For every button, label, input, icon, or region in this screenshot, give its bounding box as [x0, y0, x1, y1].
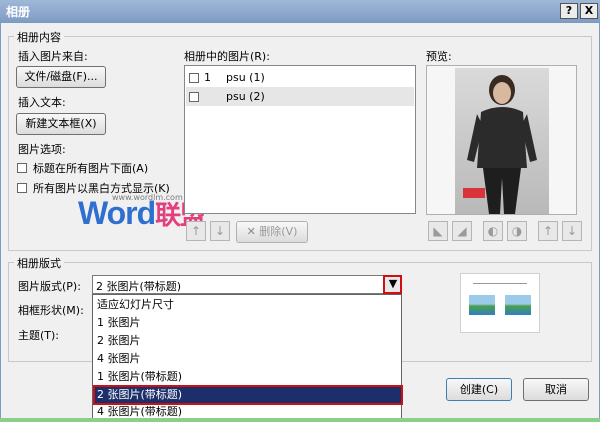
brightness-down-icon[interactable]: ↓	[562, 221, 582, 241]
cancel-button[interactable]: 取消	[523, 378, 589, 401]
new-textbox-button[interactable]: 新建文本框(X)	[16, 113, 106, 135]
layout-preview	[460, 273, 540, 333]
album-layout-legend: 相册版式	[14, 255, 64, 271]
delete-button[interactable]: ✕ 删除(V)	[236, 221, 308, 243]
list-item-name: psu (2)	[226, 90, 265, 103]
file-disk-button[interactable]: 文件/磁盘(F)...	[16, 66, 106, 88]
watermark-main: Word	[78, 195, 156, 231]
list-item-checkbox[interactable]	[189, 73, 199, 83]
rotate-right-icon[interactable]: ◢	[452, 221, 472, 241]
close-button[interactable]: X	[580, 3, 598, 19]
preview-frame	[426, 65, 577, 215]
brightness-up-icon[interactable]: ↑	[538, 221, 558, 241]
insert-text-label: 插入文本:	[18, 96, 66, 109]
contrast-down-icon[interactable]: ◑	[507, 221, 527, 241]
picture-layout-value: 2 张图片(带标题)	[96, 280, 182, 293]
person-photo-icon	[463, 75, 537, 214]
window-title: 相册	[6, 5, 31, 19]
picture-layout-select[interactable]: 2 张图片(带标题) ▼	[92, 275, 402, 294]
move-down-button[interactable]: ↓	[210, 221, 230, 241]
dropdown-option-selected[interactable]: 2 张图片(带标题)	[93, 385, 403, 405]
pictures-listbox[interactable]: 1 psu (1) psu (2)	[184, 65, 416, 214]
picture-options-label: 图片选项:	[18, 143, 66, 156]
caption-below-label: 标题在所有图片下面(A)	[33, 162, 149, 175]
dropdown-arrow-icon[interactable]: ▼	[383, 275, 402, 294]
frame-shape-label: 相框形状(M):	[18, 304, 84, 317]
dropdown-option[interactable]: 适应幻灯片尺寸	[94, 296, 402, 314]
delete-button-label: 删除(V)	[259, 225, 298, 238]
layout-preview-picture	[505, 295, 531, 315]
album-content-legend: 相册内容	[14, 29, 64, 45]
dropdown-option[interactable]: 1 张图片(带标题)	[94, 368, 402, 386]
all-bw-checkbox[interactable]	[17, 183, 27, 193]
preview-label: 预览:	[426, 50, 452, 63]
layout-preview-picture	[469, 295, 495, 315]
delete-icon: ✕	[246, 225, 256, 238]
dropdown-option[interactable]: 2 张图片	[94, 332, 402, 350]
dropdown-option[interactable]: 4 张图片	[94, 350, 402, 368]
rotate-left-icon[interactable]: ◣	[428, 221, 448, 241]
insert-from-label: 插入图片来自:	[18, 50, 88, 63]
contrast-up-icon[interactable]: ◐	[483, 221, 503, 241]
title-bar: 相册 ? X	[0, 0, 600, 22]
help-button[interactable]: ?	[560, 3, 578, 19]
preview-image	[455, 68, 549, 214]
list-item-checkbox[interactable]	[189, 92, 199, 102]
dropdown-option[interactable]: 1 张图片	[94, 314, 402, 332]
caption-below-checkbox[interactable]	[17, 163, 27, 173]
list-item-index: 1	[204, 71, 211, 84]
list-item-name: psu (1)	[226, 71, 265, 84]
layout-preview-title-line	[473, 283, 527, 284]
create-button[interactable]: 创建(C)	[446, 378, 512, 401]
picture-layout-label: 图片版式(P):	[18, 280, 81, 293]
theme-label: 主题(T):	[18, 329, 60, 342]
list-item[interactable]: 1 psu (1)	[186, 68, 414, 87]
status-strip	[0, 418, 600, 422]
move-up-button[interactable]: ↑	[186, 221, 206, 241]
pictures-in-album-label: 相册中的图片(R):	[184, 50, 270, 63]
list-item[interactable]: psu (2)	[186, 87, 414, 106]
picture-layout-dropdown-list: 适应幻灯片尺寸 1 张图片 2 张图片 4 张图片 1 张图片(带标题) 2 张…	[92, 294, 403, 421]
